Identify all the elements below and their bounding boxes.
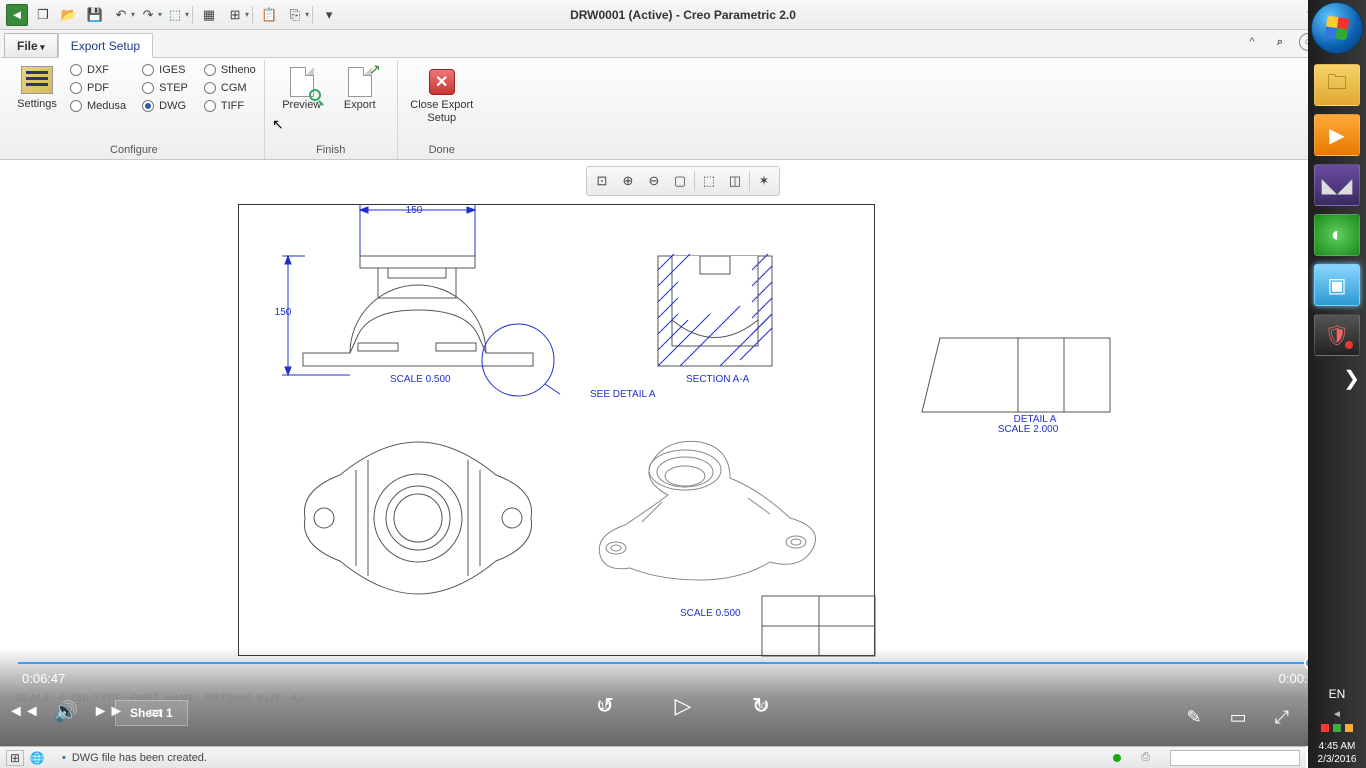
save-icon[interactable]: 💾 [84, 4, 106, 26]
preview-button[interactable]: Preview [273, 62, 331, 115]
format-cgm-radio[interactable]: CGM [204, 82, 256, 94]
regen-icon[interactable]: ⬚ [164, 4, 186, 26]
ribbon-tabs: File Export Setup ^ ⌕ ○▾ ? [0, 30, 1366, 58]
finish-group: Preview ↗ Export Finish [265, 60, 398, 159]
format-stheno-radio[interactable]: Stheno [204, 64, 256, 76]
svg-text:SECTION A-A: SECTION A-A [686, 374, 750, 385]
language-indicator[interactable]: EN [1329, 687, 1346, 701]
format-medusa-radio[interactable]: Medusa [70, 100, 126, 112]
window-title: DRW0001 (Active) - Creo Parametric 2.0 [570, 8, 796, 22]
configure-group: Settings DXF PDF Medusa IGES STEP DWG St… [4, 60, 265, 159]
selection-filter-icon[interactable]: ⊞ [6, 750, 24, 766]
new-window-icon[interactable]: ❐ [32, 4, 54, 26]
status-message: DWG file has been created. [72, 752, 207, 764]
collapse-ribbon-icon[interactable]: ^ [1243, 33, 1261, 51]
format-dxf-radio[interactable]: DXF [70, 64, 126, 76]
taskbar-creo-icon[interactable]: ▣ [1314, 264, 1360, 306]
taskbar-clock[interactable]: 4:45 AM 2/3/2016 [1318, 740, 1357, 766]
settings-button[interactable]: Settings [12, 62, 62, 110]
tray-collapse-icon[interactable]: ◄ [1332, 709, 1342, 720]
taskbar-app4-icon[interactable]: ◐ [1314, 214, 1360, 256]
quick-access-toolbar: ◄ ❐ 📂 💾 ↶▾ ↷▾ ⬚▾ ▦ ⊞▾ 📋 ⎘▾ ▾ DRW0001 (Ac… [0, 0, 1366, 30]
drawing-canvas[interactable]: ⊡ ⊕ ⊖ ▢ ⬚ ◫ ✶ 150 150 [0, 160, 1366, 692]
format-dwg-radio[interactable]: DWG [142, 100, 188, 112]
customize-icon[interactable]: ▾ [318, 4, 340, 26]
file-tab[interactable]: File [4, 33, 58, 57]
windows-icon[interactable]: ▦ [198, 4, 220, 26]
export-button[interactable]: ↗ Export [331, 62, 389, 115]
tray-icon-1[interactable] [1321, 724, 1329, 732]
model-tree-icon[interactable]: 🌐 [28, 750, 46, 766]
svg-text:SEE DETAIL A: SEE DETAIL A [590, 389, 656, 400]
svg-text:SCALE 0.500: SCALE 0.500 [390, 374, 451, 385]
redo-icon[interactable]: ↷ [137, 4, 159, 26]
status-bar: ⊞ 🌐 • DWG file has been created. ⎙ [0, 746, 1306, 768]
tray-icon-3[interactable] [1345, 724, 1353, 732]
skip-back-button[interactable]: ↺10 [587, 693, 623, 719]
format-iges-radio[interactable]: IGES [142, 64, 188, 76]
svg-text:150: 150 [406, 205, 423, 216]
edit-icon[interactable]: ✎ [1186, 707, 1201, 728]
taskbar-media-icon[interactable]: ▶ [1314, 114, 1360, 156]
ribbon-panel: Settings DXF PDF Medusa IGES STEP DWG St… [0, 58, 1366, 160]
system-tray[interactable] [1321, 724, 1353, 732]
open-icon[interactable]: 📂 [58, 4, 80, 26]
status-tool-icon[interactable]: ⎙ [1141, 751, 1150, 764]
svg-text:SCALE 0.500: SCALE 0.500 [680, 608, 741, 619]
svg-text:150: 150 [275, 307, 292, 318]
undo-icon[interactable]: ↶ [110, 4, 132, 26]
format-step-radio[interactable]: STEP [142, 82, 188, 94]
windows-taskbar: 🗀 ▶ ◣◢ ◐ ▣ 🛡 ❯ EN ◄ 4:45 AM 2/3/2016 [1308, 0, 1366, 768]
taskbar-explorer-icon[interactable]: 🗀 [1314, 64, 1360, 106]
search-commands-icon[interactable]: ⌕ [1271, 33, 1289, 51]
skip-forward-button[interactable]: ↻30 [743, 693, 779, 719]
cast-icon[interactable]: ▭ [1230, 707, 1247, 728]
status-dropdown[interactable] [1170, 750, 1300, 766]
done-group: ✕ Close Export Setup Done [398, 60, 486, 159]
tray-icon-2[interactable] [1333, 724, 1341, 732]
exit-fullscreen-icon[interactable]: ⤢ [1275, 707, 1289, 728]
drawing-content: 150 150 SCALE 0.500 SEE DETAIL A [0, 160, 1120, 680]
format-tiff-radio[interactable]: TIFF [204, 100, 256, 112]
status-indicator-icon [1113, 754, 1121, 762]
clipboard-icon[interactable]: 📋 [258, 4, 280, 26]
close-export-setup-button[interactable]: ✕ Close Export Setup [406, 62, 478, 127]
taskbar-overflow-icon[interactable]: ❯ [1343, 366, 1366, 391]
copy-icon[interactable]: ⎘ [284, 4, 306, 26]
play-button[interactable]: ▷ [665, 693, 701, 719]
format-pdf-radio[interactable]: PDF [70, 82, 126, 94]
export-setup-tab[interactable]: Export Setup [58, 33, 153, 58]
close-win-icon[interactable]: ⊞ [224, 4, 246, 26]
taskbar-shield-icon[interactable]: 🛡 [1314, 314, 1360, 356]
svg-text:SCALE 2.000: SCALE 2.000 [998, 424, 1059, 435]
back-icon[interactable]: ◄ [6, 4, 28, 26]
start-button[interactable] [1311, 2, 1363, 54]
taskbar-app3-icon[interactable]: ◣◢ [1314, 164, 1360, 206]
